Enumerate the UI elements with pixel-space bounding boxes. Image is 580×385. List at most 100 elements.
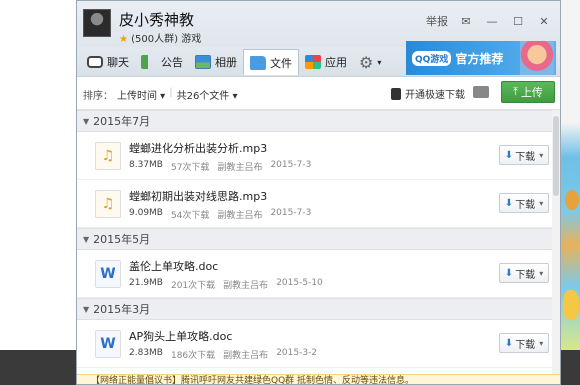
speed-icon xyxy=(391,87,401,100)
chevron-down-icon: ▾ xyxy=(539,268,544,278)
collapse-icon: ▼ xyxy=(83,304,90,314)
file-name[interactable]: AP狗头上单攻略.doc xyxy=(129,328,232,344)
file-size: 2.83MB xyxy=(129,348,163,358)
tab-bar: 聊天 公告 相册 文件 应用 ⚙ ▾ QQ游戏 官方推荐 xyxy=(77,41,560,77)
uploader: 副教主吕布 xyxy=(217,211,263,221)
word-file-icon: W xyxy=(95,260,121,288)
file-row[interactable]: W 盖伦上单攻略.doc 21.9MB 201次下载 副教主吕布 2015-5-… xyxy=(77,250,552,298)
download-count: 186次下载 xyxy=(170,351,216,361)
tab-apps[interactable]: 应用 xyxy=(299,49,353,75)
sort-label: 排序： xyxy=(83,91,113,102)
desktop-background-right xyxy=(561,0,580,350)
download-arrow-icon: ⬇ xyxy=(504,149,514,161)
file-icon xyxy=(250,55,266,70)
star-icon: ★ xyxy=(119,34,128,45)
sort-controls: 排序： 上传时间 ▾ | 共26个文件 ▾ xyxy=(83,87,238,102)
download-label: 下载 xyxy=(515,269,536,281)
file-row[interactable]: ♫ 螳螂进化分析出装分析.mp3 8.37MB 57次下载 副教主吕布 2015… xyxy=(77,132,552,180)
mail-icon[interactable]: ✉ xyxy=(458,15,474,28)
tab-files[interactable]: 文件 xyxy=(243,49,299,75)
uploader: 副教主吕布 xyxy=(223,351,269,361)
section-header[interactable]: ▼ 2015年3月 xyxy=(77,298,552,320)
file-name[interactable]: 盖伦上单攻略.doc xyxy=(129,258,218,274)
download-count: 54次下载 xyxy=(170,211,210,221)
group-name[interactable]: 皮小秀神教 xyxy=(119,9,194,30)
window-controls: 举报 ✉ — ☐ ✕ xyxy=(426,13,552,29)
fast-download-link[interactable]: 开通极速下载 xyxy=(391,86,465,101)
uploader: 副教主吕布 xyxy=(223,281,269,291)
file-size: 21.9MB xyxy=(129,278,163,288)
uploader: 副教主吕布 xyxy=(217,163,263,173)
banner-text: 官方推荐 xyxy=(455,51,504,66)
upload-button[interactable]: ⤒ 上传 xyxy=(501,81,555,103)
download-arrow-icon: ⬇ xyxy=(504,337,514,349)
section-title: 2015年7月 xyxy=(93,115,151,128)
section-header[interactable]: ▼ 2015年5月 xyxy=(77,228,552,250)
download-label: 下载 xyxy=(515,151,536,163)
file-meta: 8.37MB 57次下载 副教主吕布 2015-7-3 xyxy=(129,160,311,173)
group-subtitle: ★ (500人群) 游戏 xyxy=(119,30,201,45)
download-arrow-icon: ⬇ xyxy=(504,267,514,279)
tab-notice[interactable]: 公告 xyxy=(135,49,189,75)
upload-date: 2015-7-3 xyxy=(270,208,312,218)
music-file-icon: ♫ xyxy=(95,190,121,218)
upload-label: 上传 xyxy=(520,86,543,99)
banner-character-image xyxy=(520,41,554,75)
notice-bar[interactable]: 【网络正能量倡议书】腾讯呼吁网友共建绿色QQ群 抵制色情、反动等违法信息。 xyxy=(77,374,560,384)
download-count: 57次下载 xyxy=(170,163,210,173)
download-button[interactable]: ⬇ 下载 ▾ xyxy=(499,333,549,353)
group-avatar[interactable] xyxy=(83,9,111,37)
tab-photos[interactable]: 相册 xyxy=(189,49,243,75)
download-button[interactable]: ⬇ 下载 ▾ xyxy=(499,263,549,283)
file-name[interactable]: 螳螂初期出装对线思路.mp3 xyxy=(129,188,267,204)
download-label: 下载 xyxy=(515,339,536,351)
scroll-thumb[interactable] xyxy=(553,116,559,196)
section-header[interactable]: ▼ 2015年7月 xyxy=(77,110,552,132)
file-size: 8.37MB xyxy=(129,160,163,170)
file-name[interactable]: 螳螂进化分析出装分析.mp3 xyxy=(129,140,267,156)
file-size: 9.09MB xyxy=(129,208,163,218)
sort-dropdown[interactable]: 上传时间 ▾ xyxy=(117,87,165,102)
qq-group-window: 皮小秀神教 ★ (500人群) 游戏 举报 ✉ — ☐ ✕ 聊天 公告 相册 文… xyxy=(76,0,561,385)
minimize-button[interactable]: — xyxy=(484,15,500,28)
chevron-down-icon: ▾ xyxy=(539,150,544,160)
upload-date: 2015-7-3 xyxy=(270,160,312,170)
tab-label: 应用 xyxy=(325,56,347,69)
file-row[interactable]: W AP狗头上单攻略.doc 2.83MB 186次下载 副教主吕布 2015-… xyxy=(77,320,552,368)
download-count: 201次下载 xyxy=(170,281,216,291)
tab-chat[interactable]: 聊天 xyxy=(81,49,135,75)
tabs: 聊天 公告 相册 文件 应用 ⚙ ▾ xyxy=(81,49,387,75)
download-arrow-icon: ⬇ xyxy=(504,197,514,209)
section-title: 2015年5月 xyxy=(93,233,151,246)
file-list: ▼ 2015年7月 ♫ 螳螂进化分析出装分析.mp3 8.37MB 57次下载 副… xyxy=(77,110,560,384)
app-icon xyxy=(305,55,321,69)
download-label: 下载 xyxy=(515,199,536,211)
qq-game-banner[interactable]: QQ游戏 官方推荐 xyxy=(406,41,556,75)
chevron-down-icon: ▾ xyxy=(539,198,544,208)
file-row[interactable]: ♫ 螳螂初期出装对线思路.mp3 9.09MB 54次下载 副教主吕布 2015… xyxy=(77,180,552,228)
download-button[interactable]: ⬇ 下载 ▾ xyxy=(499,193,549,213)
upload-date: 2015-3-2 xyxy=(276,348,318,358)
report-button[interactable]: 举报 xyxy=(426,13,448,29)
scrollbar[interactable] xyxy=(552,110,560,384)
qq-game-badge: QQ游戏 xyxy=(412,50,452,66)
maximize-button[interactable]: ☐ xyxy=(510,15,526,28)
file-count-dropdown[interactable]: 共26个文件 ▾ xyxy=(177,87,238,102)
tab-label: 聊天 xyxy=(107,56,129,69)
desktop-decoration xyxy=(565,190,579,210)
settings-menu[interactable]: ⚙ ▾ xyxy=(353,49,387,75)
music-file-icon: ♫ xyxy=(95,142,121,170)
chevron-down-icon: ▾ xyxy=(377,57,382,67)
gear-icon: ⚙ xyxy=(359,52,374,72)
printer-icon[interactable] xyxy=(473,86,489,98)
photo-icon xyxy=(195,55,211,69)
file-toolbar: 排序： 上传时间 ▾ | 共26个文件 ▾ 开通极速下载 ⤒ 上传 xyxy=(77,77,560,110)
file-meta: 9.09MB 54次下载 副教主吕布 2015-7-3 xyxy=(129,208,311,221)
close-button[interactable]: ✕ xyxy=(536,15,552,28)
word-file-icon: W xyxy=(95,330,121,358)
file-meta: 2.83MB 186次下载 副教主吕布 2015-3-2 xyxy=(129,348,317,361)
download-button[interactable]: ⬇ 下载 ▾ xyxy=(499,145,549,165)
file-meta: 21.9MB 201次下载 副教主吕布 2015-5-10 xyxy=(129,278,323,291)
tab-label: 相册 xyxy=(215,56,237,69)
collapse-icon: ▼ xyxy=(83,116,90,126)
